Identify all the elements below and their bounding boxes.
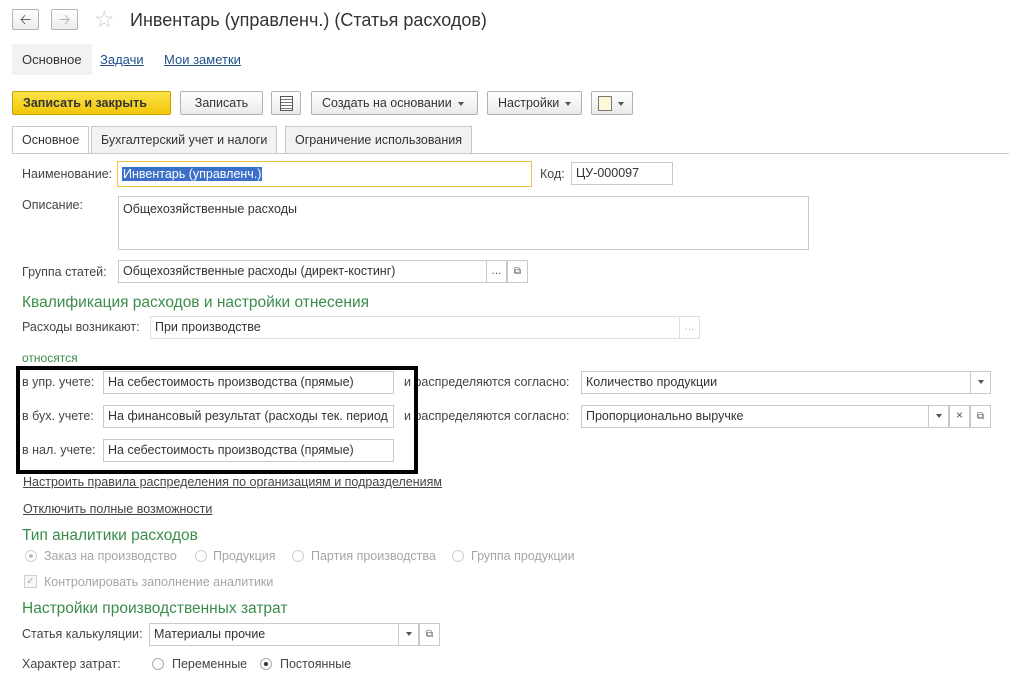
open-icon: ⧉ [976, 411, 985, 422]
qualification-heading: Квалификация расходов и настройки отнесе… [22, 294, 370, 311]
chevron-down-icon [977, 379, 984, 384]
section-tab-main[interactable]: Основное [12, 44, 92, 75]
cost-nature-label: Характер затрат: [22, 657, 121, 671]
arrow-left-icon: 🡠 [19, 11, 32, 27]
tab-main[interactable]: Основное [12, 126, 90, 154]
calc-item-label: Статья калькуляции: [22, 627, 143, 641]
create-based-on-button[interactable]: Создать на основании [311, 91, 478, 115]
back-button[interactable]: 🡠 [12, 9, 39, 30]
calc-item-dropdown[interactable] [398, 623, 419, 646]
chevron-down-icon [405, 631, 412, 636]
select-group-button[interactable]: ... [486, 260, 507, 283]
list-button[interactable] [271, 91, 301, 115]
chevron-down-icon [935, 413, 942, 418]
tab-divider [12, 153, 1009, 154]
clear-button[interactable]: × [949, 405, 970, 428]
calc-item-field[interactable]: Материалы прочие [149, 623, 399, 646]
save-button[interactable]: Записать [180, 91, 263, 115]
mgmt-distribution-dropdown[interactable] [970, 371, 991, 394]
related-label: относятся [22, 351, 78, 365]
name-field[interactable]: Инвентарь (управленч.) [117, 161, 532, 187]
chevron-down-icon [618, 101, 624, 106]
document-list-icon [279, 96, 293, 111]
distribution-rules-link[interactable]: Настроить правила распределения по орган… [23, 475, 442, 489]
ellipsis-icon: ... [491, 263, 502, 277]
bookkeeping-distribution-label: и распределяются согласно: [404, 409, 570, 423]
checkmark-icon: ✓ [26, 576, 35, 587]
radio-production-order-label: Заказ на производство [44, 549, 177, 563]
report-icon [598, 96, 612, 112]
tab-usage-restriction[interactable]: Ограничение использования [285, 126, 472, 153]
favorite-star-icon[interactable]: ☆ [94, 6, 115, 32]
section-tab-tasks[interactable]: Задачи [100, 44, 144, 75]
arise-label: Расходы возникают: [22, 320, 140, 334]
radio-variable-label: Переменные [172, 657, 248, 671]
forward-button[interactable]: 🡢 [51, 9, 78, 30]
reports-button[interactable] [591, 91, 633, 115]
group-field[interactable]: Общехозяйственные расходы (директ-костин… [118, 260, 487, 283]
radio-fixed[interactable] [260, 658, 272, 670]
ellipsis-icon: ... [684, 319, 695, 333]
close-icon: × [955, 408, 963, 422]
settings-button[interactable]: Настройки [487, 91, 582, 115]
radio-product-label: Продукция [213, 549, 276, 563]
page-title: Инвентарь (управленч.) (Статья расходов) [130, 10, 487, 30]
radio-product[interactable] [195, 550, 207, 562]
select-arise-button[interactable]: ... [679, 316, 700, 339]
group-label: Группа статей: [22, 265, 107, 279]
bookkeeping-distribution-dropdown[interactable] [928, 405, 949, 428]
radio-product-group-label: Группа продукции [471, 549, 575, 563]
description-field[interactable]: Общехозяйственные расходы [118, 196, 809, 250]
radio-production-batch[interactable] [292, 550, 304, 562]
production-heading: Настройки производственных затрат [22, 600, 288, 617]
bookkeeping-distribution-field[interactable]: Пропорционально выручке [581, 405, 929, 428]
chevron-down-icon [457, 101, 464, 106]
open-icon: ⧉ [425, 629, 434, 640]
arrow-right-icon: 🡢 [58, 11, 71, 27]
mgmt-distribution-field[interactable]: Количество продукции [581, 371, 971, 394]
tab-accounting-taxes[interactable]: Бухгалтерский учет и налоги [91, 126, 278, 153]
save-and-close-button[interactable]: Записать и закрыть [12, 91, 171, 115]
radio-fixed-label: Постоянные [280, 657, 352, 671]
highlight-box [16, 366, 418, 474]
radio-production-batch-label: Партия производства [311, 549, 436, 563]
arise-field[interactable]: При производстве [150, 316, 680, 339]
description-label: Описание: [22, 198, 83, 212]
code-field[interactable]: ЦУ-000097 [571, 162, 673, 185]
chevron-down-icon [565, 101, 572, 106]
name-label: Наименование: [22, 167, 113, 181]
open-distribution-button[interactable]: ⧉ [970, 405, 991, 428]
mgmt-distribution-label: и распределяются согласно: [404, 375, 570, 389]
open-icon: ⧉ [513, 266, 522, 277]
section-tab-notes[interactable]: Мои заметки [164, 44, 241, 75]
radio-variable[interactable] [152, 658, 164, 670]
open-group-button[interactable]: ⧉ [507, 260, 528, 283]
analytics-heading: Тип аналитики расходов [22, 527, 198, 544]
control-analytics-label: Контролировать заполнение аналитики [44, 575, 274, 589]
control-analytics-checkbox[interactable]: ✓ [24, 575, 37, 588]
radio-product-group[interactable] [452, 550, 464, 562]
code-label: Код: [540, 167, 565, 181]
open-calc-item-button[interactable]: ⧉ [419, 623, 440, 646]
disable-full-features-link[interactable]: Отключить полные возможности [23, 502, 212, 516]
radio-production-order[interactable] [25, 550, 37, 562]
